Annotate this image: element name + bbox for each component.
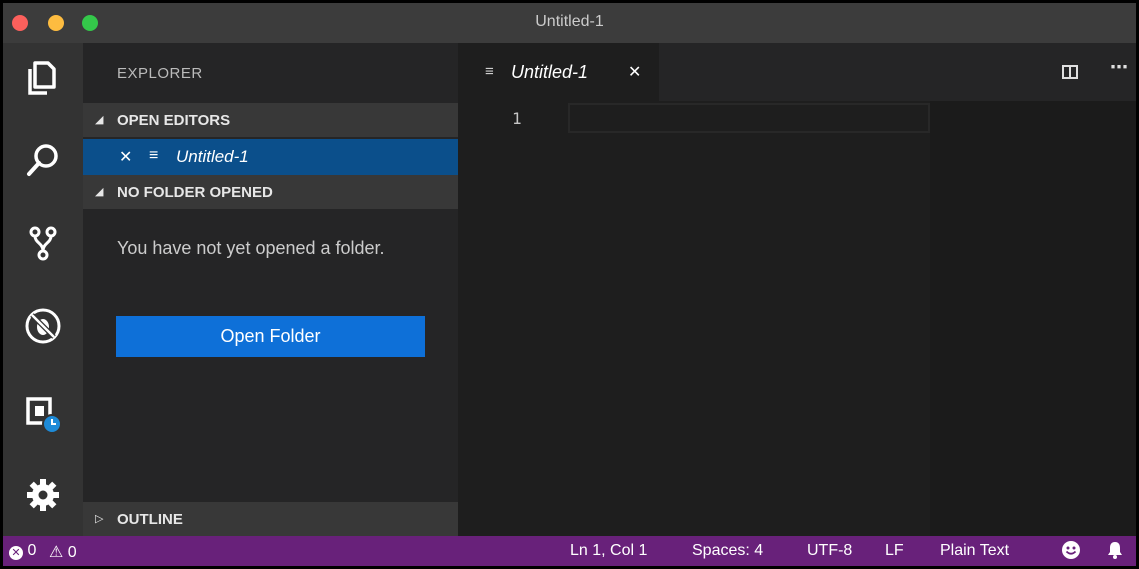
- encoding[interactable]: UTF-8: [807, 542, 852, 560]
- line-number: 1: [512, 109, 522, 128]
- close-icon[interactable]: ✕: [628, 62, 641, 82]
- open-editor-name: Untitled-1: [176, 147, 249, 166]
- minimap[interactable]: [930, 101, 1136, 536]
- title-bar: Untitled-1: [3, 3, 1136, 43]
- current-line-highlight[interactable]: [568, 103, 930, 133]
- language-mode[interactable]: Plain Text: [940, 542, 1009, 560]
- bell-icon[interactable]: [1105, 540, 1125, 565]
- open-editors-header[interactable]: ◢ OPEN EDITORS: [83, 103, 458, 137]
- warnings-indicator[interactable]: ⚠ 0: [49, 542, 77, 562]
- open-editor-item[interactable]: ✕ ≡ Untitled-1: [83, 139, 458, 175]
- text-file-icon: ≡: [149, 147, 159, 164]
- outline-header[interactable]: ▷ OUTLINE: [83, 502, 458, 536]
- explorer-sidebar: EXPLORER ◢ OPEN EDITORS ✕ ≡ Untitled-1 ◢…: [83, 43, 458, 536]
- warning-icon: ⚠: [49, 544, 64, 561]
- window-title: Untitled-1: [535, 13, 604, 30]
- no-folder-label: NO FOLDER OPENED: [117, 184, 273, 201]
- line-ending[interactable]: LF: [885, 542, 904, 560]
- no-folder-header[interactable]: ◢ NO FOLDER OPENED: [83, 175, 458, 209]
- smiley-icon[interactable]: [1061, 540, 1081, 565]
- gear-icon[interactable]: [23, 475, 63, 515]
- status-bar: ✕ 0 ⚠ 0 Ln 1, Col 1 Spaces: 4 UTF-8 LF P…: [3, 536, 1136, 566]
- error-count: 0: [27, 542, 37, 559]
- text-file-icon: ≡: [485, 63, 494, 80]
- indentation[interactable]: Spaces: 4: [692, 542, 763, 560]
- outline-label: OUTLINE: [117, 511, 183, 528]
- problems-indicator[interactable]: ✕ 0: [9, 542, 36, 560]
- debug-icon[interactable]: [23, 306, 63, 346]
- vscode-window: Untitled-1 EXPLORER ◢ OPEN EDITORS ✕ ≡ U…: [3, 3, 1136, 566]
- search-icon[interactable]: [23, 140, 63, 180]
- editor-area: ≡ Untitled-1 ✕ ⋯ 1: [458, 43, 1136, 536]
- open-folder-button[interactable]: Open Folder: [116, 316, 425, 357]
- sidebar-title: EXPLORER: [117, 65, 203, 82]
- split-editor-icon[interactable]: [1062, 65, 1078, 79]
- source-control-icon[interactable]: [23, 223, 63, 263]
- tab-untitled-1[interactable]: ≡ Untitled-1 ✕: [458, 43, 659, 101]
- activity-bar: [3, 43, 83, 536]
- no-folder-message: You have not yet opened a folder.: [117, 238, 385, 258]
- collapse-caret-icon: ◢: [95, 186, 104, 198]
- collapse-caret-icon: ◢: [95, 114, 104, 126]
- error-icon: ✕: [9, 546, 23, 560]
- warning-count: 0: [67, 544, 77, 561]
- more-actions-icon[interactable]: ⋯: [1110, 57, 1129, 78]
- close-icon[interactable]: ✕: [119, 147, 132, 167]
- tab-bar: ≡ Untitled-1 ✕ ⋯: [458, 43, 1136, 101]
- remote-explorer-icon[interactable]: [23, 394, 63, 434]
- tab-label: Untitled-1: [511, 62, 589, 82]
- cursor-position[interactable]: Ln 1, Col 1: [570, 542, 647, 560]
- files-icon[interactable]: [23, 57, 63, 97]
- open-editors-label: OPEN EDITORS: [117, 112, 231, 129]
- expand-caret-icon: ▷: [95, 513, 104, 525]
